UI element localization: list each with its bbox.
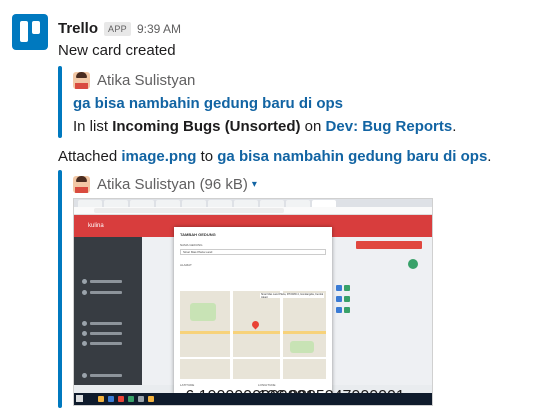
browser-tab-bar <box>74 199 432 207</box>
sidebar-dot <box>82 290 87 295</box>
browser-tab <box>156 200 180 207</box>
browser-tab <box>104 200 128 207</box>
sidebar-line <box>90 342 122 345</box>
taskbar-app-icon <box>98 396 104 402</box>
trello-app-avatar[interactable] <box>12 14 48 50</box>
preview-add-button <box>408 259 418 269</box>
board-link[interactable]: Dev: Bug Reports <box>326 118 453 135</box>
message-timestamp[interactable]: 9:39 AM <box>137 22 181 36</box>
author-avatar-icon[interactable] <box>73 176 90 193</box>
windows-start-icon <box>76 395 83 402</box>
map-park <box>290 341 314 353</box>
attached-to: to <box>196 148 218 165</box>
browser-tab <box>182 200 206 207</box>
trello-logo-left-column <box>20 21 28 42</box>
longitude-label: LONGITUDE <box>258 383 276 387</box>
attached-file-message: Attached image.png to ga bisa nambahin g… <box>58 148 491 165</box>
preview-sidebar: kulina <box>74 215 142 385</box>
taskbar-app-icon <box>148 396 154 402</box>
image-attachment-author: Atika Sulistyan (96 kB) ▾ <box>73 176 257 193</box>
card-title-link[interactable]: ga bisa nambahin gedung baru di ops <box>73 95 343 112</box>
card-list-info: In list Incoming Bugs (Unsorted) on Dev:… <box>73 118 456 135</box>
author-name[interactable]: Atika Sulistyan <box>97 72 195 89</box>
map-road <box>180 357 326 359</box>
map-road <box>230 291 233 379</box>
message-text: New card created <box>58 42 176 59</box>
sidebar-line <box>90 332 122 335</box>
taskbar-app-icon <box>108 396 114 402</box>
author-avatar-icon[interactable] <box>73 72 90 89</box>
sidebar-line <box>90 322 122 325</box>
sidebar-dot <box>82 321 87 326</box>
taskbar-app-icon <box>128 396 134 402</box>
card-attachment-bar <box>58 66 62 138</box>
sidebar-line <box>90 374 122 377</box>
list-on: on <box>300 118 326 135</box>
attached-card-link[interactable]: ga bisa nambahin gedung baru di ops <box>217 148 487 165</box>
caret-down-icon[interactable]: ▾ <box>252 179 257 190</box>
preview-brand: kulina <box>74 215 142 237</box>
trello-logo-right-column <box>32 21 40 34</box>
list-prefix: In list <box>73 118 113 135</box>
sidebar-line <box>90 291 122 294</box>
browser-url-bar <box>74 207 432 215</box>
taskbar-app-icon <box>138 396 144 402</box>
preview-action-cell <box>344 285 350 291</box>
list-suffix: . <box>452 118 457 135</box>
browser-tab <box>286 200 310 207</box>
preview-action-cell <box>336 285 342 291</box>
browser-tab <box>78 200 102 207</box>
sidebar-line <box>90 280 122 283</box>
url-field <box>94 208 284 213</box>
file-name-link[interactable]: image.png <box>121 148 196 165</box>
preview-action-cell <box>344 296 350 302</box>
card-attachment-author: Atika Sulistyan <box>73 72 195 89</box>
image-preview[interactable]: kulina TAMBAH GEDUNG NAMA GEDUNG Sinar M… <box>73 198 433 406</box>
message-header: Trello APP 9:39 AM <box>58 20 181 37</box>
list-name: Incoming Bugs (Unsorted) <box>112 118 301 135</box>
map-road <box>280 291 283 379</box>
sidebar-dot <box>82 331 87 336</box>
file-size: (96 kB) <box>199 176 248 193</box>
name-label: NAMA GEDUNG <box>180 243 203 247</box>
map-tooltip: Sinar Mas Land Plaza, RT.6/RW.4, Gondang… <box>260 293 324 299</box>
sidebar-dot <box>82 373 87 378</box>
browser-tab <box>234 200 258 207</box>
preview-modal: TAMBAH GEDUNG NAMA GEDUNG Sinar Mas Plaz… <box>174 227 332 395</box>
preview-toast <box>356 241 422 249</box>
browser-tab <box>208 200 232 207</box>
sender-name[interactable]: Trello <box>58 20 98 37</box>
browser-tab-active <box>312 200 336 207</box>
address-label: ALAMAT <box>180 263 192 267</box>
image-author-name[interactable]: Atika Sulistyan (96 kB) <box>97 176 248 193</box>
attached-suffix: . <box>487 148 492 165</box>
preview-taskbar <box>74 393 432 405</box>
map-road <box>180 331 326 334</box>
preview-map: Sinar Mas Land Plaza, RT.6/RW.4, Gondang… <box>180 291 326 379</box>
preview-action-cell <box>344 307 350 313</box>
map-park <box>190 303 216 321</box>
attached-prefix: Attached <box>58 148 122 165</box>
sidebar-dot <box>82 279 87 284</box>
latitude-label: LATITUDE <box>180 383 195 387</box>
name-input: Sinar Mas Plaza Land <box>180 249 326 255</box>
map-pin-icon <box>250 319 261 330</box>
modal-title: TAMBAH GEDUNG <box>180 232 216 237</box>
preview-action-cell <box>336 307 342 313</box>
sidebar-dot <box>82 341 87 346</box>
browser-tab <box>260 200 284 207</box>
image-attachment-bar <box>58 170 62 408</box>
browser-tab <box>130 200 154 207</box>
taskbar-app-icon <box>118 396 124 402</box>
preview-action-cell <box>336 296 342 302</box>
app-badge: APP <box>104 21 131 36</box>
